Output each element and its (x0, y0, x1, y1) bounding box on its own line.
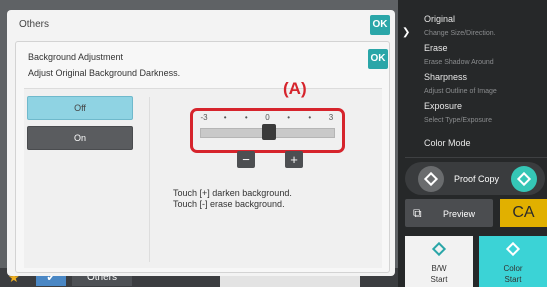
slider-tick-label: 3 (328, 113, 334, 122)
diamond-icon (431, 241, 447, 257)
proof-copy-label: Proof Copy (454, 174, 500, 184)
darkness-slider-handle[interactable] (261, 124, 276, 140)
menu-erase[interactable]: Erase (424, 43, 448, 53)
slider-tick-label: • (223, 113, 227, 122)
hint-erase-text: Touch [-] erase background. (173, 199, 285, 209)
menu-sharpness-sub: Adjust Outline of Image (424, 88, 497, 95)
dialog-title: Background Adjustment (28, 52, 124, 62)
menu-separator (405, 157, 547, 158)
diamond-icon (516, 171, 532, 187)
bw-start-label: Start (430, 275, 448, 284)
others-dialog-title: Others (19, 19, 50, 30)
plus-button[interactable]: + (285, 151, 303, 168)
dialog-subtitle: Adjust Original Background Darkness. (28, 68, 181, 78)
menu-original[interactable]: Original (424, 14, 455, 24)
proof-copy-right-icon[interactable] (511, 166, 537, 192)
divider (149, 97, 150, 262)
minus-button[interactable]: − (237, 151, 255, 168)
others-ok-button[interactable]: OK (370, 15, 390, 35)
menu-sharpness[interactable]: Sharpness (424, 72, 467, 82)
hint-darken-text: Touch [+] darken background. (173, 188, 292, 198)
bw-label: B/W (431, 264, 447, 273)
background-adjustment-dialog: Background Adjustment Adjust Original Ba… (15, 41, 390, 273)
color-label: Color (503, 264, 523, 273)
menu-original-sub: Change Size/Direction. (424, 30, 496, 37)
slider-tick-label: • (308, 113, 312, 122)
color-start-button[interactable]: Color Start (479, 236, 547, 287)
preview-icon: ⧉ (413, 206, 422, 220)
callout-label-a: (A) (283, 79, 307, 98)
menu-exposure-sub: Select Type/Exposure (424, 117, 492, 124)
menu-exposure[interactable]: Exposure (424, 101, 462, 111)
menu-color-mode[interactable]: Color Mode (424, 138, 471, 148)
clear-all-button[interactable]: CA (500, 199, 547, 227)
preview-label: Preview (443, 209, 476, 219)
slider-tick-label: • (287, 113, 291, 122)
chevron-right-icon[interactable]: ❯ (402, 27, 410, 38)
bw-start-button[interactable]: B/W Start (405, 236, 473, 287)
diamond-icon (505, 241, 521, 257)
proof-copy-left-icon[interactable] (418, 166, 444, 192)
dialog-ok-button[interactable]: OK (368, 49, 388, 69)
slider-tick-label: • (244, 113, 248, 122)
menu-erase-sub: Erase Shadow Around (424, 59, 494, 66)
diamond-icon (423, 171, 439, 187)
off-button[interactable]: Off (27, 96, 133, 120)
color-start-label: Start (504, 275, 522, 284)
slider-tick-label: -3 (200, 113, 208, 122)
slider-tick-label: 0 (265, 113, 270, 122)
on-button[interactable]: On (27, 126, 133, 150)
